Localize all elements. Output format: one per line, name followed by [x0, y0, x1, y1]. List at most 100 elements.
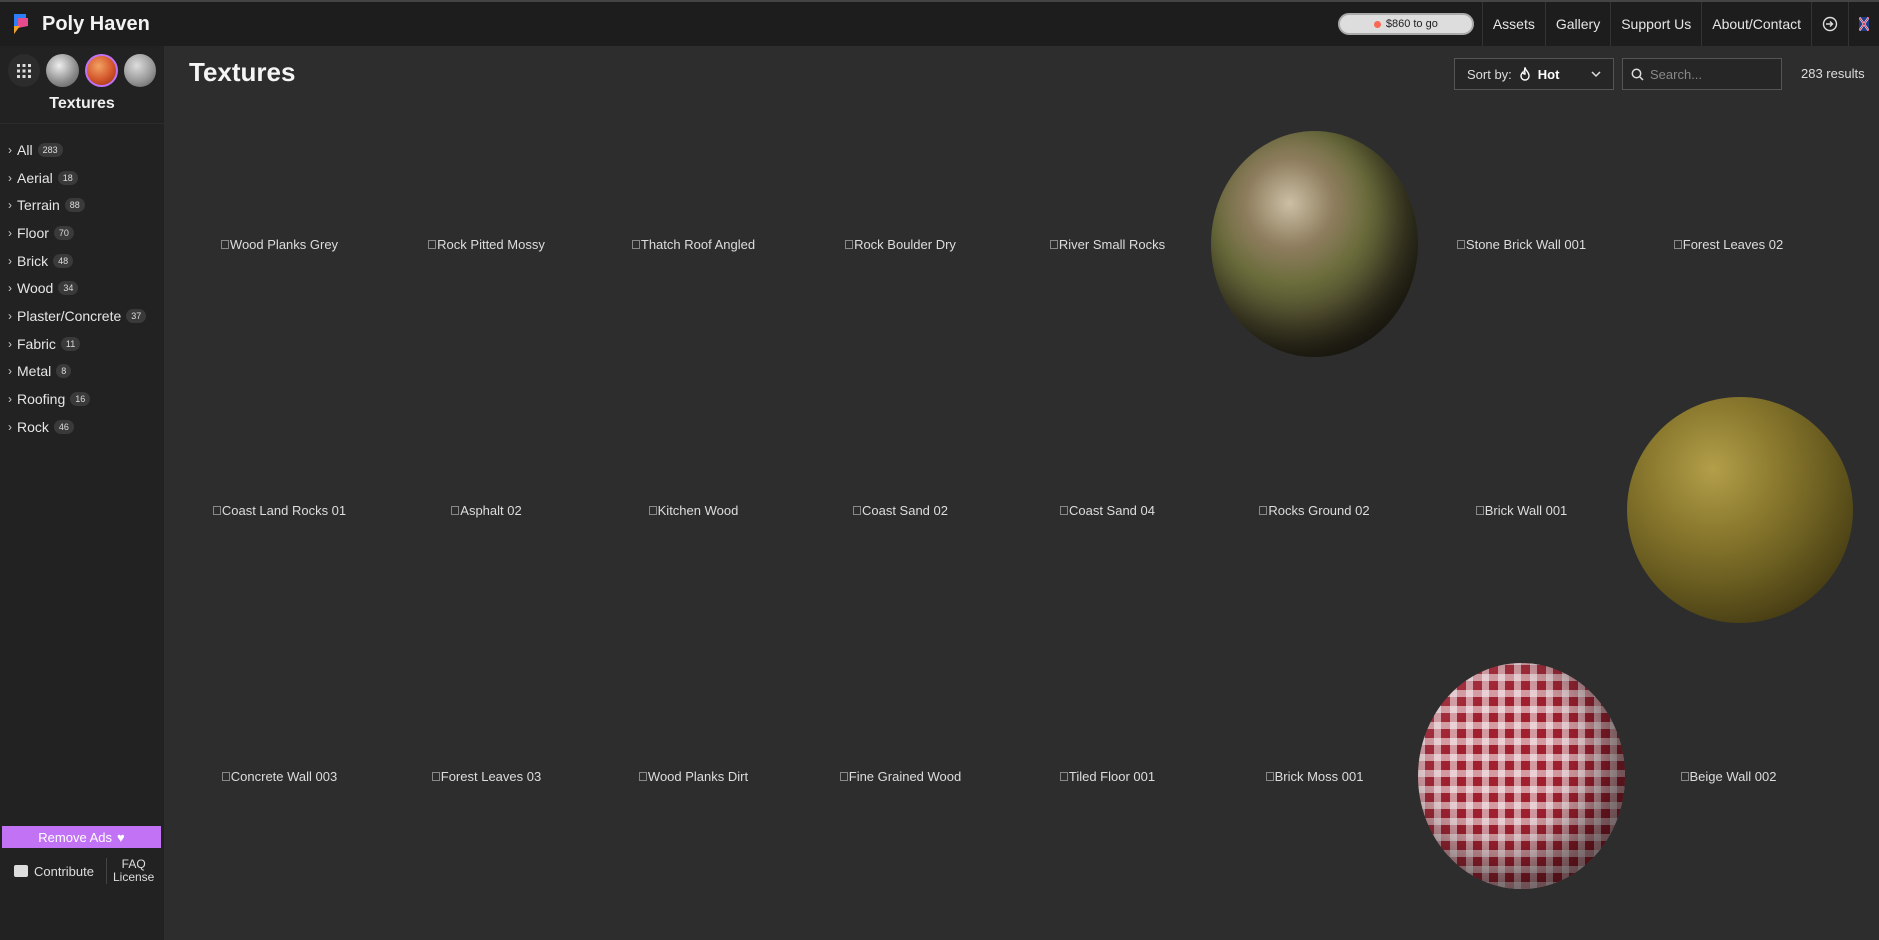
top-bar: Poly Haven $860 to go Assets Gallery Sup…: [0, 0, 1879, 46]
asset-card[interactable]: Rocks Ground 02: [1211, 377, 1418, 643]
chevron-right-icon: ›: [8, 142, 12, 157]
asset-card[interactable]: [1625, 377, 1855, 643]
all-assets-grid-icon[interactable]: [8, 54, 41, 87]
login-icon[interactable]: [1811, 2, 1848, 46]
category-item[interactable]: › Roofing 16: [0, 385, 164, 413]
remove-ads-button[interactable]: Remove Ads ♥: [2, 826, 161, 848]
asset-card[interactable]: Forest Leaves 03: [383, 643, 590, 909]
asset-card[interactable]: Wood Planks Grey: [176, 111, 383, 377]
asset-card[interactable]: Fine Grained Wood: [797, 643, 1004, 909]
count-badge: 70: [53, 225, 74, 240]
count-badge: 37: [126, 308, 147, 323]
asset-card[interactable]: Kitchen Wood: [590, 377, 797, 643]
asset-thumbnail: Concrete Wall 003: [221, 769, 337, 784]
asset-card[interactable]: Rock Boulder Dry: [797, 111, 1004, 377]
asset-thumbnail: Brick Wall 001: [1475, 503, 1567, 518]
chevron-right-icon: ›: [8, 253, 12, 268]
search-input[interactable]: [1650, 66, 1770, 82]
broken-image-icon: [839, 771, 848, 781]
sort-dropdown[interactable]: Sort by: Hot: [1454, 58, 1614, 90]
asset-card[interactable]: Asphalt 02: [383, 377, 590, 643]
broken-image-icon: [1059, 771, 1068, 781]
asset-card[interactable]: Rock Pitted Mossy: [383, 111, 590, 377]
asset-thumbnail: Asphalt 02: [451, 503, 522, 518]
models-statue-icon[interactable]: [123, 54, 156, 87]
asset-card[interactable]: Brick Wall 001: [1418, 377, 1625, 643]
asset-card[interactable]: [1418, 643, 1625, 909]
category-item[interactable]: › Plaster/Concrete 37: [0, 302, 164, 330]
category-item[interactable]: › Metal 8: [0, 358, 164, 386]
gingham-fabric-sphere-thumbnail: [1418, 663, 1625, 889]
chevron-right-icon: ›: [8, 170, 12, 185]
asset-thumbnail: River Small Rocks: [1049, 237, 1165, 252]
nav-support-us[interactable]: Support Us: [1610, 2, 1701, 46]
logo-link[interactable]: Poly Haven: [10, 12, 150, 36]
contribute-button[interactable]: Contribute: [14, 864, 94, 879]
nav-about-contact[interactable]: About/Contact: [1701, 2, 1811, 46]
broken-image-icon: [631, 239, 640, 249]
broken-image-icon: [1475, 505, 1484, 515]
asset-card[interactable]: Coast Land Rocks 01: [176, 377, 383, 643]
broken-image-icon: [221, 771, 230, 781]
mossy-ground-sphere-thumbnail: [1627, 397, 1853, 623]
category-list: › All 283 › Aerial 18 › Terrain 88 › Floor 70 › B…: [0, 136, 164, 441]
chevron-down-icon: [1591, 71, 1601, 78]
upload-icon: [14, 865, 28, 877]
asset-card[interactable]: Concrete Wall 003: [176, 643, 383, 909]
category-item[interactable]: › Rock 46: [0, 413, 164, 441]
count-badge: 88: [64, 198, 85, 213]
count-badge: 8: [56, 364, 72, 379]
count-badge: 46: [53, 419, 74, 434]
asset-card[interactable]: Stone Brick Wall 001: [1418, 111, 1625, 377]
asset-card[interactable]: Coast Sand 02: [797, 377, 1004, 643]
broken-image-icon: [431, 771, 440, 781]
broken-image-icon: [1680, 771, 1689, 781]
results-count: 283 results: [1801, 66, 1865, 81]
category-item[interactable]: › Brick 48: [0, 247, 164, 275]
asset-grid: Wood Planks Grey Rock Pitted Mossy Thatc…: [176, 111, 1879, 940]
count-badge: 11: [60, 336, 81, 351]
category-item[interactable]: › Fabric 11: [0, 330, 164, 358]
asset-card[interactable]: Thatch Roof Angled: [590, 111, 797, 377]
asset-card[interactable]: Brick Moss 001: [1211, 643, 1418, 909]
broken-image-icon: [1265, 771, 1274, 781]
asset-card[interactable]: Tiled Floor 001: [1004, 643, 1211, 909]
asset-thumbnail: Coast Sand 02: [852, 503, 948, 518]
mossy-rock-sphere-thumbnail: [1211, 131, 1418, 357]
nav-gallery[interactable]: Gallery: [1544, 2, 1610, 46]
search-box[interactable]: [1622, 58, 1782, 90]
language-flag-icon[interactable]: [1848, 2, 1879, 46]
nav-assets[interactable]: Assets: [1481, 2, 1545, 46]
asset-card[interactable]: Coast Sand 04: [1004, 377, 1211, 643]
asset-card[interactable]: River Small Rocks: [1004, 111, 1211, 377]
broken-image-icon: [1673, 239, 1682, 249]
heart-icon: ♥: [116, 829, 125, 845]
asset-card[interactable]: Wood Planks Dirt: [590, 643, 797, 909]
asset-card[interactable]: [1211, 111, 1418, 377]
funding-progress[interactable]: $860 to go: [1337, 13, 1474, 35]
asset-thumbnail: Brick Moss 001: [1265, 769, 1363, 784]
flame-icon: [1520, 67, 1530, 81]
category-item[interactable]: › Floor 70: [0, 219, 164, 247]
hdris-sphere-icon[interactable]: [46, 54, 79, 87]
chevron-right-icon: ›: [8, 225, 12, 240]
asset-thumbnail: Coast Sand 04: [1059, 503, 1155, 518]
chevron-right-icon: ›: [8, 336, 12, 351]
category-item[interactable]: › Aerial 18: [0, 164, 164, 192]
patreon-icon: [1373, 20, 1381, 28]
count-badge: 283: [37, 142, 63, 157]
asset-thumbnail: Forest Leaves 03: [431, 769, 541, 784]
category-item[interactable]: › Terrain 88: [0, 191, 164, 219]
asset-card[interactable]: Forest Leaves 02: [1625, 111, 1832, 377]
category-item[interactable]: › All 283: [0, 136, 164, 164]
broken-image-icon: [428, 239, 437, 249]
license-link[interactable]: License: [113, 871, 154, 884]
asset-card[interactable]: Beige Wall 002: [1625, 643, 1832, 909]
asset-thumbnail: Tiled Floor 001: [1059, 769, 1155, 784]
textures-sphere-icon[interactable]: [84, 54, 118, 87]
asset-thumbnail: Forest Leaves 02: [1673, 237, 1783, 252]
category-item[interactable]: › Wood 34: [0, 274, 164, 302]
asset-thumbnail: Stone Brick Wall 001: [1456, 237, 1586, 252]
poly-haven-logo-icon: [14, 14, 28, 34]
site-name: Poly Haven: [42, 12, 150, 35]
